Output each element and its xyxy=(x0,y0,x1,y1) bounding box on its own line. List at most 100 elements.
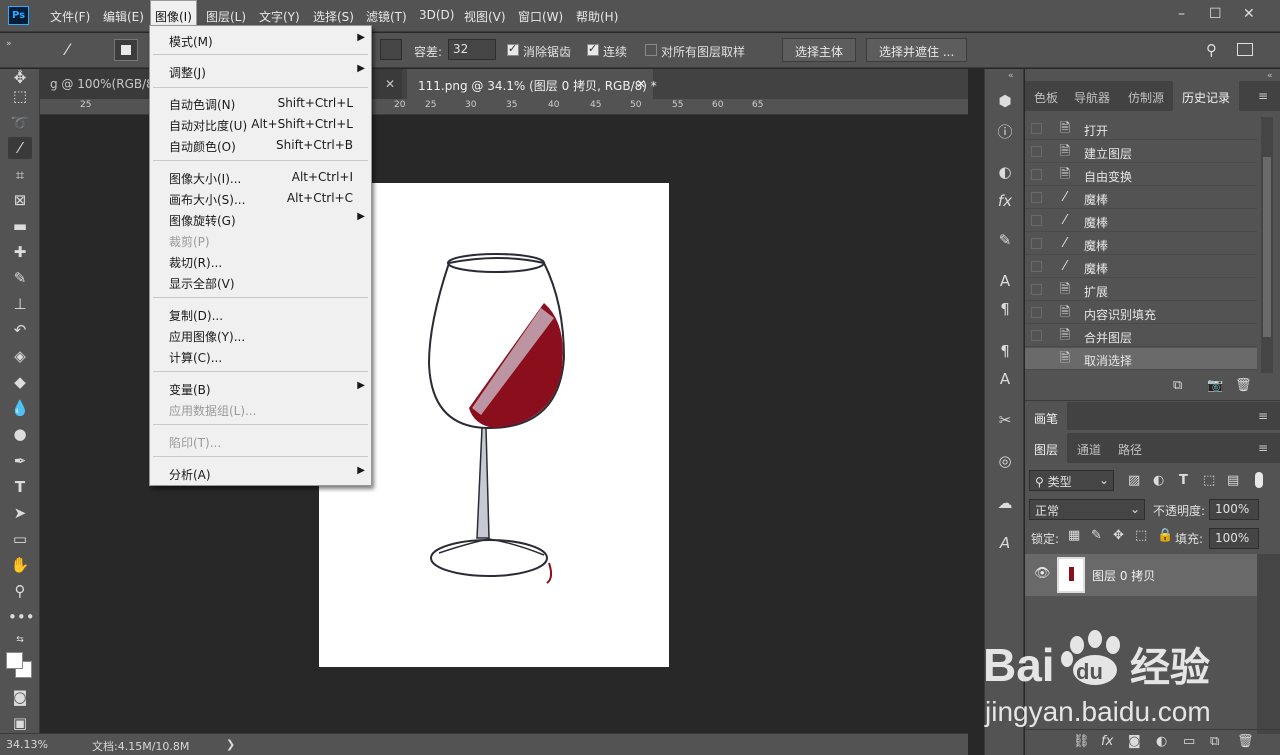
history-snapshot-checkbox[interactable] xyxy=(1031,353,1042,364)
tolerance-input[interactable]: 32 xyxy=(448,39,496,60)
tab-channels[interactable]: 通道 xyxy=(1068,433,1110,463)
menu-select[interactable]: 选择(S) xyxy=(313,8,354,25)
healing-brush-icon[interactable]: ✚ xyxy=(8,241,32,263)
hand-tool-icon[interactable]: ✋ xyxy=(8,554,32,576)
menu-window[interactable]: 窗口(W) xyxy=(518,8,563,25)
history-snapshot-checkbox[interactable] xyxy=(1031,146,1042,157)
history-item[interactable]: ⁄ 魔棒 xyxy=(1025,187,1257,209)
lock-pixels-icon[interactable]: ✎ xyxy=(1091,528,1102,543)
history-snapshot-checkbox[interactable] xyxy=(1031,192,1042,203)
history-scrollbar[interactable] xyxy=(1261,117,1273,373)
filter-pixel-icon[interactable]: ▨ xyxy=(1128,473,1140,488)
history-item[interactable]: ⁄ 魔棒 xyxy=(1025,256,1257,278)
rectangle-tool-icon[interactable]: ▭ xyxy=(8,528,32,550)
search-icon[interactable]: ⚲ xyxy=(1206,41,1217,59)
quick-mask-icon[interactable]: ◙ xyxy=(8,686,32,708)
eyedropper-tool-icon[interactable]: ▬ xyxy=(8,215,32,237)
clone-stamp-icon[interactable]: ⊥ xyxy=(8,293,32,315)
menu-item-variables[interactable]: 变量(B) ▶ xyxy=(150,378,371,399)
menu-item-duplicate[interactable]: 复制(D)... xyxy=(150,304,371,325)
history-snapshot-checkbox[interactable] xyxy=(1031,123,1042,134)
eraser-tool-icon[interactable]: ◈ xyxy=(8,345,32,367)
filter-type-icon[interactable]: T xyxy=(1179,473,1188,488)
brush-panel-menu-icon[interactable]: ≡ xyxy=(1258,409,1268,423)
paragraph-styles-icon[interactable]: ¶ xyxy=(995,341,1015,361)
paragraph-icon[interactable]: ¶ xyxy=(995,299,1015,319)
link-layers-icon[interactable]: ⛓ xyxy=(1073,734,1090,749)
zoom-level[interactable]: 34.13% xyxy=(6,738,48,751)
tab-1-close-icon[interactable]: ✕ xyxy=(385,77,395,91)
new-fill-layer-icon[interactable]: ◐ xyxy=(1156,734,1167,749)
layer-filter-dropdown[interactable]: ⚲ 类型 ⌄ xyxy=(1029,470,1114,491)
contiguous-checkbox[interactable] xyxy=(587,42,599,56)
blend-mode-dropdown[interactable]: 正常 ⌄ xyxy=(1029,499,1145,520)
brush-settings-icon[interactable]: ✎ xyxy=(995,230,1015,250)
lock-artboard-icon[interactable]: ⬚ xyxy=(1135,528,1147,543)
history-item[interactable]: ⁄ 魔棒 xyxy=(1025,210,1257,232)
menu-item-mode[interactable]: 模式(M) ▶ xyxy=(150,30,371,51)
layers-scrollbar[interactable] xyxy=(1257,554,1280,734)
layers-panel-menu-icon[interactable]: ≡ xyxy=(1258,441,1268,455)
lock-transparent-icon[interactable]: ▦ xyxy=(1068,528,1080,543)
opacity-input[interactable]: 100% xyxy=(1209,499,1259,520)
sample-size-dropdown[interactable] xyxy=(380,39,402,60)
history-item[interactable]: 🗎 自由变换 xyxy=(1025,164,1257,186)
menu-view[interactable]: 视图(V) xyxy=(464,8,506,25)
history-brush-icon[interactable]: ↶ xyxy=(8,319,32,341)
minimize-button[interactable]: – xyxy=(1178,6,1185,22)
filter-adjustment-icon[interactable]: ◐ xyxy=(1153,473,1164,488)
character-icon[interactable]: A xyxy=(995,271,1015,291)
info-icon[interactable]: ⓘ xyxy=(995,122,1015,142)
pen-tool-icon[interactable]: ✒ xyxy=(8,450,32,472)
menu-image[interactable]: 图像(I) xyxy=(155,8,192,25)
marquee-tool-icon[interactable]: ⬚ xyxy=(8,85,32,107)
add-mask-icon[interactable]: ◙ xyxy=(1128,734,1141,749)
properties-icon[interactable]: ◎ xyxy=(995,451,1015,471)
history-item[interactable]: 🗎 内容识别填充 xyxy=(1025,302,1257,324)
panel-menu-icon[interactable]: ≡ xyxy=(1258,89,1268,103)
maximize-button[interactable]: ☐ xyxy=(1209,6,1222,22)
history-snapshot-checkbox[interactable] xyxy=(1031,307,1042,318)
menu-edit[interactable]: 编辑(E) xyxy=(103,8,144,25)
close-window-button[interactable]: ✕ xyxy=(1243,6,1255,22)
tab-document-2[interactable]: 111.png @ 34.1% (图层 0 拷贝, RGB/8) * ✕ xyxy=(407,69,657,99)
panels-collapse-icon[interactable]: « xyxy=(1267,71,1273,81)
dodge-tool-icon[interactable]: ● xyxy=(8,423,32,445)
menu-item-canvas-size[interactable]: 画布大小(S)... Alt+Ctrl+C xyxy=(150,188,371,209)
tab-history[interactable]: 历史记录 xyxy=(1173,81,1240,111)
zoom-tool-icon[interactable]: ⚲ xyxy=(8,580,32,602)
history-item[interactable]: 🗎 建立图层 xyxy=(1025,141,1257,163)
character-styles-icon[interactable]: A xyxy=(995,369,1015,389)
blur-tool-icon[interactable]: 💧 xyxy=(8,397,32,419)
history-item-selected[interactable]: 🗎 取消选择 xyxy=(1025,348,1257,370)
lock-position-icon[interactable]: ✥ xyxy=(1113,528,1124,543)
swap-colors-icon[interactable]: ⇆ xyxy=(8,629,32,651)
menu-item-adjustments[interactable]: 调整(J) ▶ xyxy=(150,61,371,82)
menu-item-analysis[interactable]: 分析(A) ▶ xyxy=(150,463,371,484)
lasso-tool-icon[interactable]: ➰ xyxy=(8,112,32,134)
magic-wand-tool-icon[interactable]: ⁄ xyxy=(8,137,32,159)
dock-collapse-icon[interactable]: « xyxy=(1008,71,1014,81)
tab-2-close-icon[interactable]: ✕ xyxy=(636,77,646,91)
cc-libraries-icon[interactable]: ☁ xyxy=(995,493,1015,513)
eye-icon[interactable]: 👁 xyxy=(1034,566,1051,581)
camera-icon[interactable]: 📷 xyxy=(1207,378,1223,393)
history-snapshot-checkbox[interactable] xyxy=(1031,215,1042,226)
styles-icon[interactable]: fx xyxy=(995,191,1015,211)
collapse-icon[interactable]: » xyxy=(6,39,12,49)
type-tool-icon[interactable]: T xyxy=(8,476,32,498)
menu-item-trim[interactable]: 裁切(R)... xyxy=(150,251,371,272)
menu-3d[interactable]: 3D(D) xyxy=(419,8,454,22)
menu-item-reveal-all[interactable]: 显示全部(V) xyxy=(150,272,371,293)
frame-tool-icon[interactable]: ⊠ xyxy=(8,189,32,211)
tab-brush[interactable]: 画笔 xyxy=(1025,402,1068,430)
path-selection-icon[interactable]: ➤ xyxy=(8,502,32,524)
menu-item-auto-color[interactable]: 自动颜色(O) Shift+Ctrl+B xyxy=(150,135,371,156)
menu-item-image-rotation[interactable]: 图像旋转(G) ▶ xyxy=(150,209,371,230)
tab-swatches[interactable]: 色板 xyxy=(1025,81,1067,111)
new-document-from-state-icon[interactable]: ⧉ xyxy=(1173,378,1182,393)
fill-input[interactable]: 100% xyxy=(1209,528,1259,549)
foreground-color-swatch[interactable] xyxy=(6,652,23,669)
layer-style-icon[interactable]: fx xyxy=(1101,734,1113,749)
menu-layer[interactable]: 图层(L) xyxy=(206,8,246,25)
